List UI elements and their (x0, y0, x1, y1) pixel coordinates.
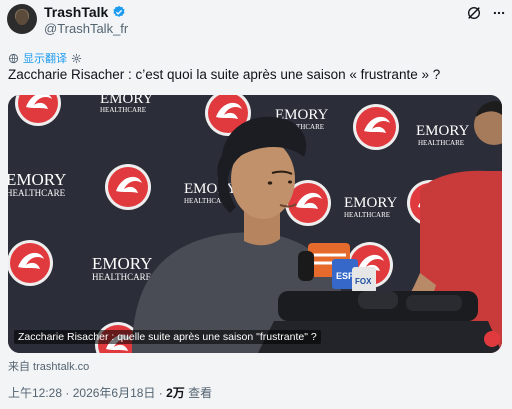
meta-separator-2: · (158, 386, 163, 400)
sponsor-sub-4: HEALTHCARE (8, 188, 66, 198)
tweet-text: Zaccharie Risacher : c’est quoi la suite… (8, 67, 441, 82)
views-count: 2万 (166, 386, 185, 400)
tweet-meta: 上午12:28 · 2026年6月18日 · 2万 查看 (8, 384, 212, 401)
author-name-row: TrashTalk (44, 4, 126, 20)
gear-icon[interactable] (71, 53, 82, 64)
tweet-header: TrashTalk @TrashTalk_fr (0, 0, 512, 42)
globe-icon (8, 53, 19, 63)
meta-separator: · (65, 386, 70, 400)
video-frame-illustration: EMORY HEALTHCARE EMORY HEALTHCARE EMORY … (8, 95, 502, 353)
sponsor-sub-7: HEALTHCARE (92, 272, 152, 282)
sponsor-text-6: EMORY (344, 195, 398, 211)
author-handle[interactable]: @TrashTalk_fr (44, 21, 128, 36)
sponsor-text-3: EMORY (416, 123, 470, 139)
more-options-icon[interactable] (492, 6, 506, 20)
sponsor-sub-3: HEALTHCARE (418, 139, 464, 147)
video-media[interactable]: EMORY HEALTHCARE EMORY HEALTHCARE EMORY … (8, 95, 502, 353)
show-translation-link[interactable]: 显示翻译 (23, 50, 67, 66)
author-display-name[interactable]: TrashTalk (44, 4, 108, 20)
avatar[interactable] (7, 4, 37, 34)
tweet-time[interactable]: 上午12:28 (8, 386, 62, 400)
video-caption: Zaccharie Risacher : quelle suite après … (14, 330, 321, 344)
sponsor-sub-6: HEALTHCARE (344, 211, 390, 219)
sponsor-sub-1: HEALTHCARE (100, 106, 146, 114)
tweet-date[interactable]: 2026年6月18日 (73, 386, 156, 400)
source-link[interactable]: 来自 trashtalk.co (8, 358, 89, 374)
views-label: 查看 (188, 386, 213, 400)
verified-badge-icon (113, 5, 125, 17)
mic-flag-label-2: FOX (355, 277, 372, 286)
grok-icon[interactable] (466, 5, 482, 21)
sponsor-text-4: EMORY (8, 170, 66, 189)
sponsor-text-7: EMORY (92, 254, 152, 273)
translate-row: 显示翻译 (8, 50, 82, 66)
